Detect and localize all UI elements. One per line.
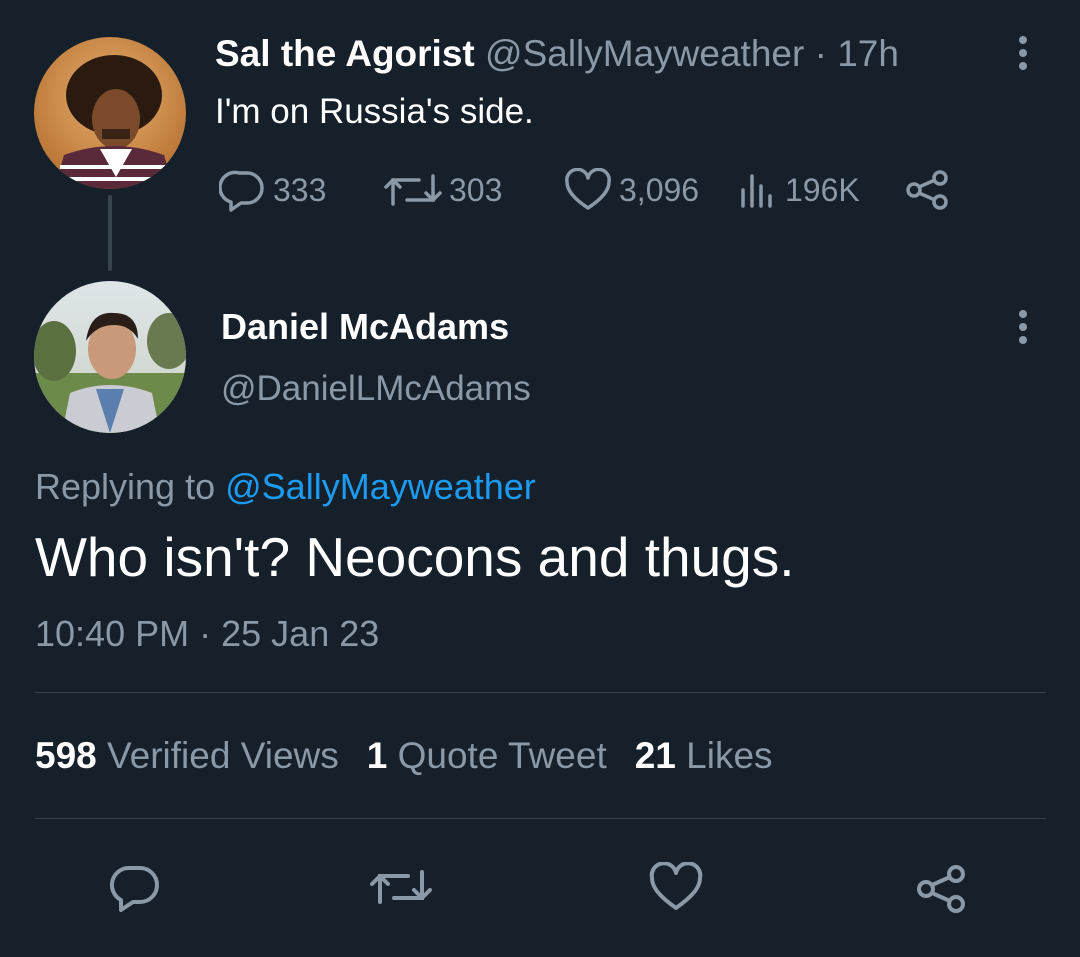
- bottom-share-button[interactable]: [914, 862, 970, 916]
- main-tweet-text: Who isn't? Neocons and thugs.: [35, 526, 795, 588]
- header-separator: ·: [814, 33, 827, 74]
- replying-prefix: Replying to: [35, 466, 216, 507]
- tweet-stats: 598 Verified Views 1 Quote Tweet 21 Likes: [35, 732, 801, 780]
- parent-avatar[interactable]: [34, 37, 186, 189]
- like-icon: [649, 862, 703, 910]
- views-count: 196K: [785, 171, 860, 208]
- more-icon[interactable]: [1017, 36, 1029, 75]
- quotes-stat-label: Quote Tweet: [397, 735, 607, 776]
- thread-connector: [108, 195, 112, 271]
- divider-top: [35, 692, 1046, 693]
- bottom-like-button[interactable]: [648, 862, 704, 912]
- like-count: 3,096: [619, 171, 700, 208]
- main-author-handle[interactable]: @DanielLMcAdams: [221, 366, 531, 412]
- reply-count: 333: [273, 171, 327, 208]
- like-icon: [565, 168, 611, 210]
- parent-author-name[interactable]: Sal the Agorist: [215, 33, 475, 74]
- main-avatar[interactable]: [34, 281, 186, 433]
- reply-button[interactable]: 333: [219, 168, 326, 212]
- timestamp-separator: ·: [199, 613, 212, 654]
- likes-stat[interactable]: 21 Likes: [635, 735, 773, 776]
- reply-icon: [219, 170, 264, 212]
- retweet-icon: [384, 174, 442, 206]
- likes-stat-count: 21: [634, 735, 676, 776]
- views-stat[interactable]: 598 Verified Views: [35, 735, 339, 776]
- share-button[interactable]: [904, 168, 958, 212]
- views-icon: [741, 174, 772, 208]
- quotes-stat-count: 1: [366, 735, 388, 776]
- tweet-date: 25 Jan 23: [221, 613, 380, 654]
- tweet-time: 10:40 PM: [35, 613, 190, 654]
- tweet-timestamp[interactable]: 10:40 PM · 25 Jan 23: [35, 610, 379, 658]
- bottom-reply-button[interactable]: [108, 862, 162, 912]
- views-stat-label: Verified Views: [107, 735, 339, 776]
- parent-tweet-header: Sal the Agorist @SallyMayweather · 17h: [215, 30, 899, 78]
- parent-author-handle[interactable]: @SallyMayweather: [485, 33, 804, 74]
- share-icon: [917, 865, 965, 913]
- bottom-retweet-button[interactable]: [368, 862, 434, 912]
- retweet-icon: [370, 870, 432, 904]
- retweet-count: 303: [449, 171, 503, 208]
- share-icon: [906, 170, 948, 210]
- like-button[interactable]: 3,096: [563, 168, 699, 212]
- parent-tweet-time[interactable]: 17h: [837, 33, 899, 74]
- divider-bottom: [35, 818, 1046, 819]
- replying-to-line: Replying to @SallyMayweather: [35, 463, 536, 511]
- main-author-name[interactable]: Daniel McAdams: [221, 304, 509, 350]
- views-button[interactable]: 196K: [737, 168, 860, 212]
- more-icon[interactable]: [1017, 310, 1029, 349]
- likes-stat-label: Likes: [686, 735, 773, 776]
- views-stat-count: 598: [35, 735, 97, 776]
- reply-icon: [109, 865, 159, 912]
- retweet-button[interactable]: 303: [383, 168, 502, 212]
- quotes-stat[interactable]: 1 Quote Tweet: [367, 735, 607, 776]
- parent-tweet-text: I'm on Russia's side.: [215, 92, 534, 131]
- replying-to-mention[interactable]: @SallyMayweather: [225, 466, 536, 507]
